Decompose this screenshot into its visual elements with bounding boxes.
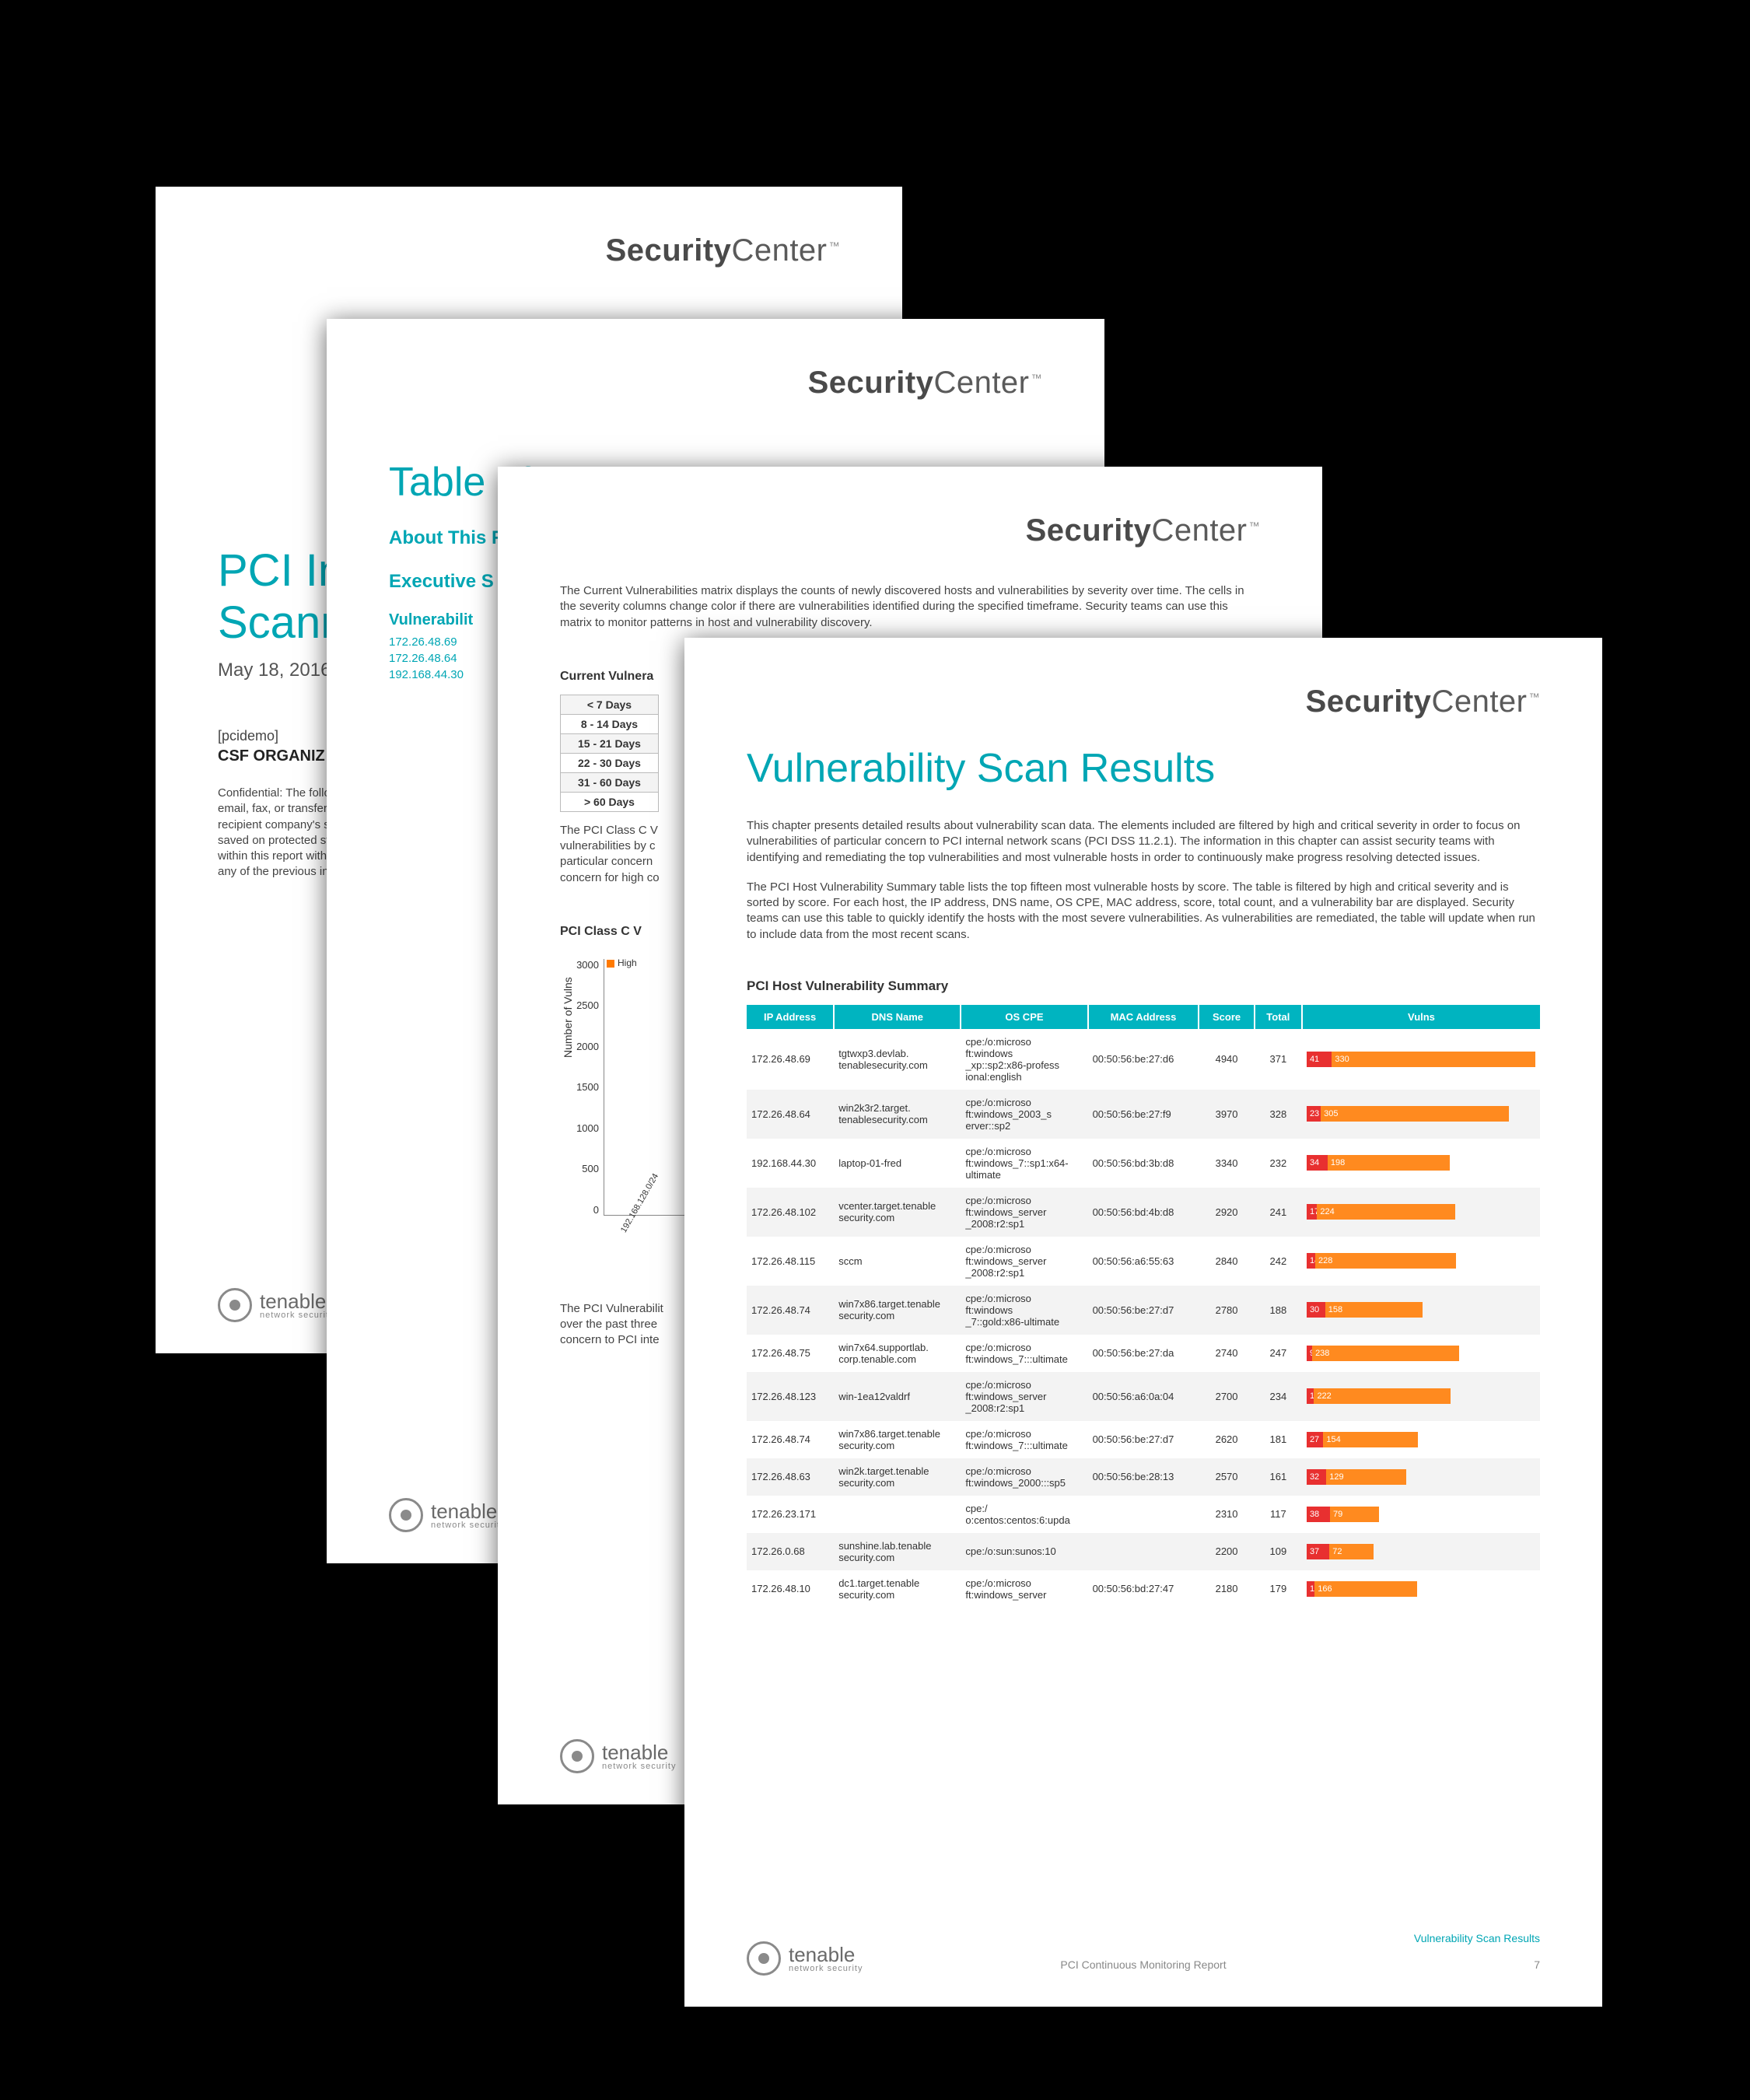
high-segment: 166	[1314, 1581, 1417, 1597]
vulnerability-bar: 3879	[1307, 1507, 1535, 1522]
critical-segment: 13	[1307, 1581, 1314, 1597]
table-row: 172.26.48.69tgtwxp3.devlab. tenablesecur…	[747, 1029, 1540, 1090]
high-segment: 238	[1312, 1346, 1459, 1361]
vulnerability-bar: 12222	[1307, 1388, 1535, 1404]
section-footer: Vulnerability Scan Results	[1414, 1932, 1540, 1944]
table-row: 172.26.48.74win7x86.target.tenable secur…	[747, 1286, 1540, 1335]
table-row: 172.26.48.10dc1.target.tenable security.…	[747, 1570, 1540, 1608]
table-row: 31 - 60 Days	[561, 772, 659, 792]
vulnerability-bar: 9238	[1307, 1346, 1535, 1361]
high-segment: 305	[1321, 1106, 1509, 1122]
table-row: 172.26.48.64win2k3r2.target. tenablesecu…	[747, 1090, 1540, 1139]
table-row: 172.26.0.68sunshine.lab.tenable security…	[747, 1533, 1540, 1570]
high-segment: 222	[1314, 1388, 1451, 1404]
critical-segment: 27	[1307, 1432, 1323, 1447]
vulnerability-table: IP Address DNS Name OS CPE MAC Address S…	[747, 1005, 1540, 1608]
vulnerability-bar: 3772	[1307, 1544, 1535, 1559]
high-segment: 154	[1323, 1432, 1418, 1447]
high-segment: 198	[1328, 1155, 1450, 1171]
critical-segment: 23	[1307, 1106, 1321, 1122]
critical-segment: 38	[1307, 1507, 1330, 1522]
table-header-row: IP Address DNS Name OS CPE MAC Address S…	[747, 1005, 1540, 1029]
high-segment: 79	[1330, 1507, 1379, 1522]
table-row: 172.26.48.102vcenter.target.tenable secu…	[747, 1188, 1540, 1237]
table-title: PCI Host Vulnerability Summary	[747, 978, 1540, 994]
intro-paragraph: The Current Vulnerabilities matrix displ…	[560, 583, 1260, 631]
critical-segment: 37	[1307, 1544, 1329, 1559]
high-segment: 228	[1315, 1253, 1456, 1269]
critical-segment: 17	[1307, 1204, 1317, 1220]
critical-segment: 32	[1307, 1469, 1326, 1485]
table-row: 22 - 30 Days	[561, 753, 659, 772]
table-row: 8 - 14 Days	[561, 714, 659, 733]
vulnerability-bar: 23305	[1307, 1106, 1535, 1122]
table-row: 172.26.48.74win7x86.target.tenable secur…	[747, 1421, 1540, 1458]
table-row: 172.26.48.123win-1ea12valdrfcpe:/o:micro…	[747, 1372, 1540, 1421]
critical-segment: 14	[1307, 1253, 1315, 1269]
tenable-icon	[560, 1739, 594, 1773]
tenable-icon	[389, 1498, 423, 1532]
vulnerability-bar: 34198	[1307, 1155, 1535, 1171]
tenable-logo: tenable network security	[218, 1288, 334, 1322]
brand-logo: SecurityCenter™	[808, 366, 1042, 401]
vulnerability-bar: 32129	[1307, 1469, 1535, 1485]
brand-logo: SecurityCenter™	[606, 233, 840, 268]
critical-segment: 9	[1307, 1346, 1312, 1361]
table-row: 192.168.44.30laptop-01-fredcpe:/o:micros…	[747, 1139, 1540, 1188]
brand-logo: SecurityCenter™	[1026, 513, 1260, 548]
table-row: 15 - 21 Days	[561, 733, 659, 753]
critical-segment: 30	[1307, 1302, 1325, 1318]
footer-page-number: 7	[1534, 1958, 1540, 1971]
y-axis-label: Number of Vulns	[562, 977, 574, 1058]
vulnerability-bar: 30158	[1307, 1302, 1535, 1318]
table-row: 172.26.23.171cpe:/ o:centos:centos:6:upd…	[747, 1496, 1540, 1533]
critical-segment: 12	[1307, 1388, 1314, 1404]
vulnerability-bar: 14228	[1307, 1253, 1535, 1269]
vulnerability-bar: 13166	[1307, 1581, 1535, 1597]
vulnerability-bar: 27154	[1307, 1432, 1535, 1447]
results-page: SecurityCenter™ Vulnerability Scan Resul…	[684, 638, 1602, 2007]
paragraph: This chapter presents detailed results a…	[747, 818, 1540, 866]
critical-segment: 34	[1307, 1155, 1328, 1171]
high-segment: 224	[1317, 1204, 1455, 1220]
high-segment: 330	[1332, 1052, 1535, 1067]
tenable-logo: tenable network security	[389, 1498, 505, 1532]
page-title: Vulnerability Scan Results	[747, 745, 1540, 792]
table-row: 172.26.48.115sccmcpe:/o:microso ft:windo…	[747, 1237, 1540, 1286]
high-segment: 72	[1329, 1544, 1374, 1559]
paragraph: The PCI Host Vulnerability Summary table…	[747, 880, 1540, 943]
vulnerability-bar: 17224	[1307, 1204, 1535, 1220]
brand-logo: SecurityCenter™	[1306, 684, 1540, 719]
day-range-table: < 7 Days 8 - 14 Days 15 - 21 Days 22 - 3…	[560, 695, 659, 812]
critical-segment: 41	[1307, 1052, 1332, 1067]
vulnerability-bar: 41330	[1307, 1052, 1535, 1067]
tenable-logo: tenable network security	[560, 1739, 676, 1773]
table-row: 172.26.48.75win7x64.supportlab. corp.ten…	[747, 1335, 1540, 1372]
high-segment: 129	[1326, 1469, 1405, 1485]
table-row: 172.26.48.63win2k.target.tenable securit…	[747, 1458, 1540, 1496]
table-row: < 7 Days	[561, 695, 659, 714]
footer-center: PCI Continuous Monitoring Report	[684, 1958, 1602, 1971]
tenable-icon	[218, 1288, 252, 1322]
table-row: > 60 Days	[561, 792, 659, 811]
high-segment: 158	[1325, 1302, 1423, 1318]
